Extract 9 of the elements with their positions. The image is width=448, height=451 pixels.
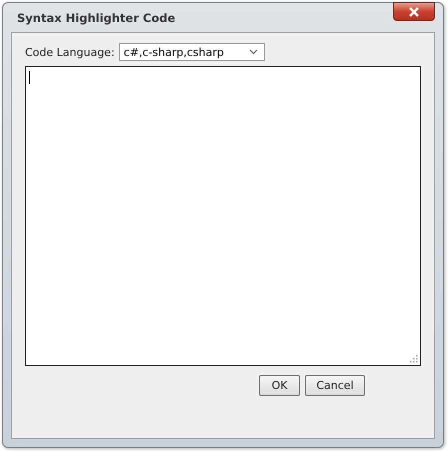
code-language-label: Code Language: xyxy=(25,46,115,58)
window-title: Syntax Highlighter Code xyxy=(16,10,176,24)
close-icon xyxy=(408,6,420,16)
resize-grip-icon xyxy=(410,355,418,363)
cancel-button[interactable]: Cancel xyxy=(305,375,365,396)
ok-button[interactable]: OK xyxy=(259,375,300,396)
close-button[interactable] xyxy=(393,2,435,21)
caret-icon xyxy=(248,49,258,55)
language-dropdown[interactable]: c#,c-sharp,csharp xyxy=(118,43,265,61)
